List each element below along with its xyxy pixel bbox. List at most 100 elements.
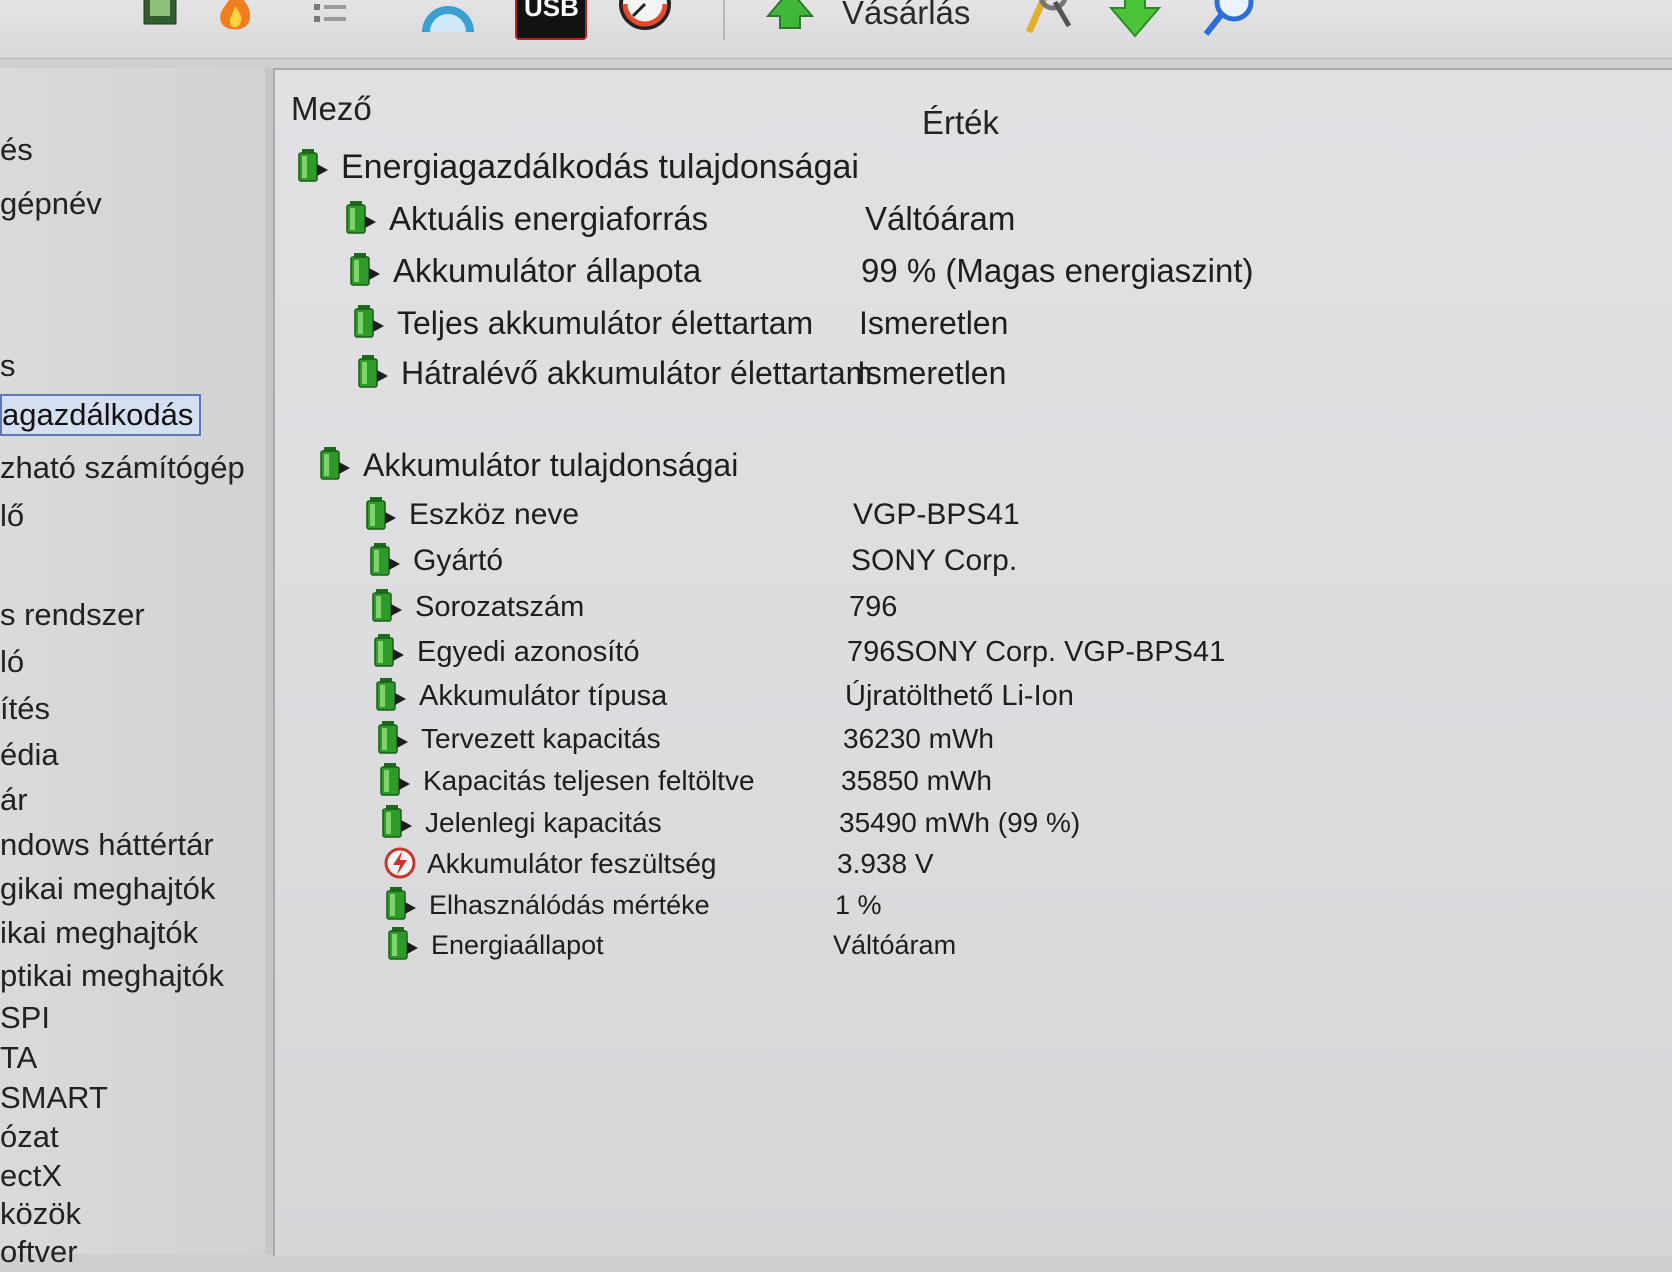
- battery-icon: [357, 354, 391, 390]
- sidebar-item[interactable]: ózat: [0, 1117, 65, 1157]
- sidebar: és gépnév s agazdálkodás zható számítógé…: [0, 68, 265, 1269]
- usb-icon[interactable]: USB: [515, 0, 587, 40]
- sidebar-item[interactable]: s rendszer: [0, 595, 151, 635]
- property-row[interactable]: Gyártó SONY Corp.: [369, 540, 1665, 586]
- field-value: Ismeretlen: [857, 355, 1007, 391]
- property-row[interactable]: Tervezett kapacitás 36230 mWh: [377, 718, 1665, 764]
- field-value: 796SONY Corp. VGP-BPS41: [847, 636, 1226, 668]
- property-row[interactable]: Aktuális energiaforrás Váltóáram: [345, 198, 1665, 244]
- field-label: Akkumulátor típusa: [419, 680, 668, 712]
- sidebar-item[interactable]: oftver: [0, 1232, 84, 1272]
- group-title: Energiagazdálkodás tulajdonságai: [341, 148, 859, 186]
- toolbar: USB Vásárlás: [0, 0, 1672, 59]
- group-header-row[interactable]: Energiagazdálkodás tulajdonságai: [297, 146, 1665, 192]
- sidebar-item[interactable]: TA: [0, 1038, 43, 1078]
- field-value: Újratölthető Li-Ion: [845, 680, 1074, 712]
- fire-icon[interactable]: [205, 0, 265, 42]
- battery-icon: [369, 542, 403, 578]
- battery-icon: [371, 588, 405, 624]
- field-value: 1 %: [835, 890, 882, 920]
- field-label: Tervezett kapacitás: [421, 723, 661, 754]
- property-row[interactable]: Jelenlegi kapacitás 35490 mWh (99 %): [381, 802, 1665, 848]
- sidebar-item[interactable]: közök: [0, 1194, 87, 1234]
- property-row[interactable]: Egyedi azonosító 796SONY Corp. VGP-BPS41: [373, 631, 1665, 677]
- property-row[interactable]: Teljes akkumulátor élettartam Ismeretlen: [353, 302, 1665, 348]
- field-label: Eszköz neve: [409, 498, 580, 531]
- sidebar-item[interactable]: lő: [0, 496, 30, 536]
- sidebar-item[interactable]: ár: [0, 780, 34, 820]
- search-icon[interactable]: [1200, 0, 1260, 42]
- battery-icon: [345, 200, 379, 236]
- battery-icon: [319, 446, 353, 482]
- battery-icon: [365, 496, 399, 532]
- sidebar-item[interactable]: ló: [0, 642, 30, 682]
- benchmark-icon[interactable]: [615, 0, 675, 42]
- download-icon[interactable]: [1105, 0, 1165, 42]
- column-header-field[interactable]: Mező: [291, 90, 372, 128]
- buy-arrow-icon: [765, 0, 815, 29]
- property-row[interactable]: Akkumulátor feszültség 3.938 V: [383, 843, 1665, 889]
- battery-icon: [377, 720, 411, 756]
- buy-button[interactable]: Vásárlás: [760, 0, 970, 46]
- battery-icon: [353, 304, 387, 340]
- gauge-icon[interactable]: [418, 0, 478, 42]
- sidebar-item[interactable]: zható számítógép: [0, 448, 251, 488]
- list-icon[interactable]: [300, 0, 360, 42]
- field-label: Egyedi azonosító: [417, 636, 640, 668]
- property-row[interactable]: Kapacitás teljesen feltöltve 35850 mWh: [379, 760, 1665, 806]
- group-title: Akkumulátor tulajdonságai: [363, 447, 739, 483]
- sidebar-item[interactable]: ptikai meghajtók: [0, 956, 230, 996]
- sidebar-item[interactable]: gikai meghajtók: [0, 869, 221, 909]
- property-row[interactable]: Energiaállapot Váltóáram: [387, 924, 1665, 970]
- sidebar-item[interactable]: és: [0, 130, 39, 170]
- field-label: Akkumulátor állapota: [393, 252, 702, 289]
- details-panel: Mező Érték Energiagazdálkodás tulajdonsá…: [273, 68, 1672, 1256]
- usb-badge-label: USB: [524, 0, 579, 22]
- field-value: Ismeretlen: [859, 305, 1009, 341]
- battery-icon: [387, 926, 421, 962]
- battery-icon: [381, 804, 415, 840]
- field-value: 35850 mWh: [841, 765, 992, 796]
- field-value: Váltóáram: [833, 930, 957, 960]
- sidebar-item[interactable]: s: [0, 346, 22, 386]
- field-label: Jelenlegi kapacitás: [425, 807, 662, 838]
- tools-icon[interactable]: [1015, 0, 1075, 42]
- battery-icon: [349, 252, 383, 288]
- field-label: Sorozatszám: [415, 591, 585, 623]
- field-label: Aktuális energiaforrás: [389, 200, 709, 237]
- property-row[interactable]: Sorozatszám 796: [371, 586, 1665, 632]
- chip-icon[interactable]: [130, 0, 190, 42]
- panel-splitter[interactable]: [265, 68, 273, 1254]
- buy-button-label: Vásárlás: [842, 0, 971, 31]
- battery-icon: [385, 886, 419, 922]
- field-value: 796: [849, 591, 898, 623]
- field-value: 99 % (Magas energiaszint): [861, 252, 1254, 289]
- toolbar-separator: [723, 0, 725, 40]
- property-row[interactable]: Hátralévő akkumulátor élettartam Ismeretl…: [357, 352, 1665, 398]
- field-value: 35490 mWh (99 %): [839, 807, 1081, 838]
- sidebar-item[interactable]: gépnév: [0, 184, 108, 224]
- group-header-row[interactable]: Akkumulátor tulajdonságai: [319, 444, 1665, 490]
- field-value: 36230 mWh: [843, 723, 994, 754]
- sidebar-item[interactable]: ectX: [0, 1156, 68, 1196]
- field-label: Teljes akkumulátor élettartam: [397, 305, 814, 341]
- column-header-value[interactable]: Érték: [922, 104, 999, 142]
- sidebar-item[interactable]: SMART: [0, 1078, 114, 1118]
- lightning-icon: [383, 845, 417, 881]
- battery-icon: [379, 762, 413, 798]
- property-row[interactable]: Eszköz neve VGP-BPS41: [365, 494, 1665, 540]
- property-row[interactable]: Akkumulátor típusa Újratölthető Li-Ion: [375, 675, 1665, 721]
- field-value: Váltóáram: [865, 200, 1016, 237]
- field-value: VGP-BPS41: [853, 498, 1020, 531]
- sidebar-item[interactable]: ítés: [0, 689, 56, 729]
- property-row[interactable]: Akkumulátor állapota 99 % (Magas energias…: [349, 250, 1665, 296]
- field-label: Energiaállapot: [431, 930, 604, 960]
- sidebar-item[interactable]: ndows háttértár: [0, 825, 220, 865]
- sidebar-item[interactable]: SPI: [0, 998, 56, 1038]
- field-label: Elhasználódás mértéke: [429, 890, 710, 920]
- sidebar-item[interactable]: édia: [0, 735, 65, 775]
- sidebar-item-selected[interactable]: agazdálkodás: [0, 394, 202, 436]
- battery-icon: [375, 677, 409, 713]
- field-label: Kapacitás teljesen feltöltve: [423, 765, 755, 796]
- sidebar-item[interactable]: ikai meghajtók: [0, 913, 204, 953]
